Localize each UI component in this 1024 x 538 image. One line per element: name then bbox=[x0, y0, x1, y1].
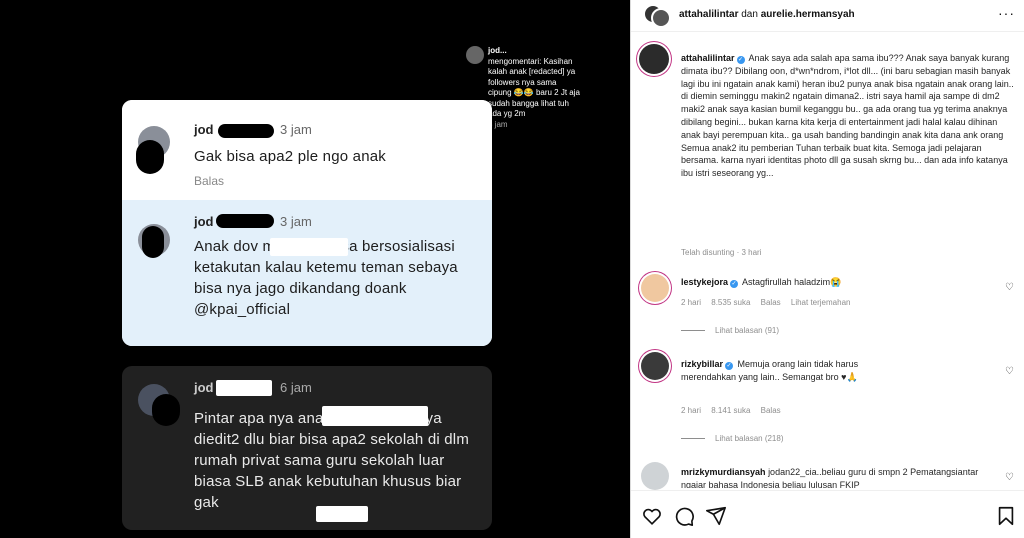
screenshot-time: 3 jam bbox=[280, 214, 312, 229]
comment-time: 2 hari bbox=[681, 406, 702, 415]
post-authors: attahalilintar dan aurelie.hermansyah bbox=[679, 9, 855, 20]
comment-avatar[interactable] bbox=[641, 462, 669, 490]
comment-time: 2 hari bbox=[681, 298, 702, 307]
tooltip-text: mengomentari: Kasihan kalah anak [redact… bbox=[488, 56, 580, 119]
view-replies[interactable]: Lihat balasan (91) bbox=[681, 326, 779, 335]
screenshot-comment-text: Gak bisa apa2 ple ngo anak bbox=[194, 148, 387, 165]
caption-avatar[interactable] bbox=[639, 44, 669, 74]
censor-blot bbox=[142, 226, 164, 258]
screenshot-card-dark: jod 6 jam Pintar apa nya anak d om suara… bbox=[122, 366, 492, 530]
comment-username[interactable]: lestykejora bbox=[681, 277, 728, 287]
verified-icon: ✓ bbox=[736, 56, 745, 64]
redaction bbox=[216, 380, 272, 396]
comment-body: lestykejora ✓ Astagfirullah haladzim😭 bbox=[681, 276, 1001, 289]
heart-icon[interactable] bbox=[641, 505, 663, 527]
tooltip-avatar bbox=[466, 46, 484, 64]
screenshot-username: jod bbox=[194, 214, 214, 229]
comment-username[interactable]: mrizkymurdiansyah bbox=[681, 467, 766, 477]
post-side-panel: attahalilintar dan aurelie.hermansyah ··… bbox=[630, 0, 1024, 538]
comment-username[interactable]: rizkybillar bbox=[681, 359, 723, 369]
post-actions bbox=[631, 490, 1024, 538]
redaction bbox=[316, 506, 368, 522]
tooltip-name: jod... bbox=[488, 46, 507, 55]
author-joiner: dan bbox=[741, 9, 758, 20]
view-replies-label[interactable]: Lihat balasan (218) bbox=[715, 434, 784, 443]
translate-button[interactable]: Lihat terjemahan bbox=[791, 298, 851, 307]
post-header: attahalilintar dan aurelie.hermansyah ··… bbox=[631, 0, 1024, 32]
comment-likes[interactable]: 8.535 suka bbox=[711, 298, 750, 307]
bookmark-icon[interactable] bbox=[995, 505, 1017, 527]
caption-text: Anak saya ada salah apa sama ibu??? Anak… bbox=[681, 53, 1014, 179]
view-replies[interactable]: Lihat balasan (218) bbox=[681, 434, 784, 443]
comment-text: Astagfirullah haladzim😭 bbox=[742, 277, 842, 287]
redaction bbox=[322, 406, 428, 426]
screenshot-comment-2: jod 3 jam Anak dov m yg gak bisa bersosi… bbox=[122, 200, 492, 346]
comment-body: rizkybillar ✓ Memuja orang lain tidak har… bbox=[681, 358, 911, 384]
comment-body: mrizkymurdiansyah jodan22_cia..beliau gu… bbox=[681, 466, 981, 488]
post-media[interactable]: jod... mengomentari: Kasihan kalah anak … bbox=[0, 0, 630, 538]
caption-meta: Telah disunting · 3 hari bbox=[681, 248, 762, 257]
screenshot-username: jod bbox=[194, 122, 214, 137]
comment-likes[interactable]: 8.141 suka bbox=[711, 406, 750, 415]
share-icon[interactable] bbox=[705, 505, 727, 527]
reply-button[interactable]: Balas bbox=[761, 298, 781, 307]
heart-icon[interactable]: ♡ bbox=[1005, 282, 1014, 293]
tooltip-time: 5 jam bbox=[488, 119, 508, 129]
heart-icon[interactable]: ♡ bbox=[1005, 366, 1014, 377]
heart-icon[interactable]: ♡ bbox=[1005, 472, 1014, 483]
comment-meta: 2 hari 8.141 suka Balas bbox=[681, 406, 789, 415]
screenshot-reply: Balas bbox=[194, 174, 225, 188]
screenshot-time: 3 jam bbox=[280, 122, 312, 137]
censor-blot bbox=[152, 394, 180, 426]
comment-avatar[interactable] bbox=[641, 274, 669, 302]
censor-blot bbox=[136, 140, 164, 174]
more-icon[interactable]: ··· bbox=[998, 5, 1015, 21]
caption: attahalilintar ✓ Anak saya ada salah apa … bbox=[681, 52, 1017, 180]
screenshot-time: 6 jam bbox=[280, 380, 312, 395]
redaction bbox=[270, 238, 348, 256]
reply-button[interactable]: Balas bbox=[761, 406, 781, 415]
comment-meta: 2 hari 8.535 suka Balas Lihat terjemahan bbox=[681, 298, 858, 307]
screenshot-comment-1: jod 3 jam Gak bisa apa2 ple ngo anak Bal… bbox=[122, 100, 492, 200]
comment-icon[interactable] bbox=[673, 505, 695, 527]
screenshot-card-light: jod 3 jam Gak bisa apa2 ple ngo anak Bal… bbox=[122, 100, 492, 346]
comment-avatar[interactable] bbox=[641, 352, 669, 380]
caption-username[interactable]: attahalilintar bbox=[681, 53, 735, 63]
collab-avatars[interactable] bbox=[643, 4, 673, 28]
author-link[interactable]: attahalilintar bbox=[679, 9, 738, 20]
censor-blot bbox=[218, 124, 274, 138]
author-link[interactable]: aurelie.hermansyah bbox=[761, 9, 855, 20]
verified-icon: ✓ bbox=[730, 280, 739, 288]
screenshot-username: jod bbox=[194, 380, 214, 395]
censor-blot bbox=[216, 214, 274, 228]
verified-icon: ✓ bbox=[725, 362, 734, 370]
view-replies-label[interactable]: Lihat balasan (91) bbox=[715, 326, 779, 335]
avatar[interactable] bbox=[651, 8, 671, 28]
